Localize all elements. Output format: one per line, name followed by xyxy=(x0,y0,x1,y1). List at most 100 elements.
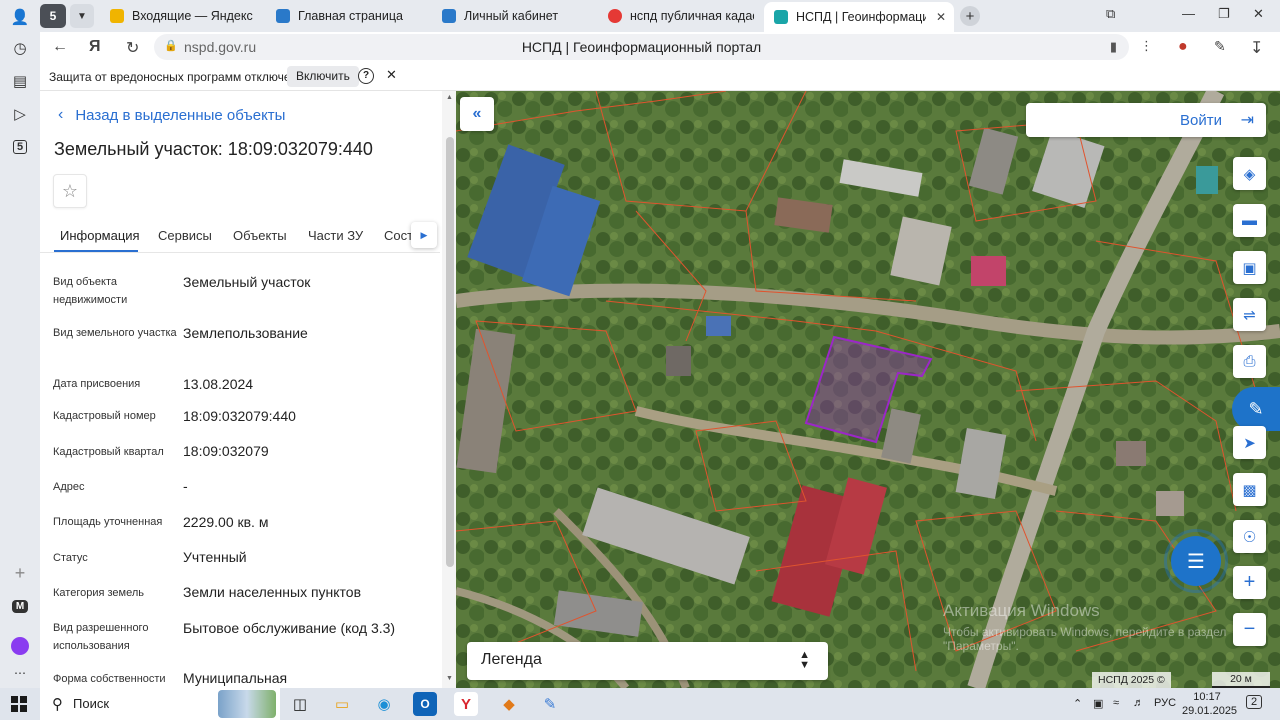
taskbar-search[interactable]: ⚲ Поиск xyxy=(40,688,280,720)
zoom-in-icon[interactable]: + xyxy=(1233,566,1266,599)
chat-icon[interactable]: ☰ xyxy=(1171,536,1221,586)
tabs-scroll-right-icon[interactable]: ▶ xyxy=(411,222,437,248)
tab-manager-icon[interactable]: ⧉ xyxy=(1106,6,1115,22)
collections-icon[interactable]: ▤ xyxy=(8,69,32,93)
favorite-star-icon[interactable]: ☆ xyxy=(53,174,87,208)
bookmark-icon[interactable]: ▮ xyxy=(1110,39,1117,55)
restore-icon[interactable]: ❐ xyxy=(1218,6,1230,22)
url-field[interactable]: 🔒 nspd.gov.ru НСПД | Геоинформационный п… xyxy=(154,34,1129,60)
login-button[interactable]: Войти ⇥ xyxy=(1026,103,1266,137)
address-bar: ← Я ↻ 🔒 nspd.gov.ru НСПД | Геоинформацио… xyxy=(40,32,1280,62)
yandex-icon xyxy=(608,9,622,23)
add-panel-icon[interactable]: + xyxy=(8,561,32,585)
close-warning-icon[interactable]: ✕ xyxy=(386,67,397,83)
row-label: Дата присвоения xyxy=(53,378,141,390)
tab-list-chevron-icon[interactable]: ▼ xyxy=(70,4,94,28)
minimize-icon[interactable]: — xyxy=(1182,6,1195,21)
file-explorer-icon[interactable]: ▭ xyxy=(330,692,354,716)
collapse-panel-icon[interactable]: « xyxy=(460,97,494,131)
windows-taskbar: ⚲ Поиск ◫ ▭ ◉ O Y ◆ ✎ ⌃ ▣ ≈ ♬ РУС 10:17 … xyxy=(0,688,1280,720)
yandex-logo-icon[interactable]: Я xyxy=(89,38,101,56)
tab-counter[interactable]: 5 xyxy=(40,4,66,28)
map-view[interactable]: « Войти ⇥ ◈ ▬ ▣ ⇌ ⎙ ✎ ➤ ▩ ☉ ☰ + − Актива… xyxy=(456,91,1280,688)
back-link-label: Назад в выделенные объекты xyxy=(75,106,286,124)
object-title: Земельный участок: 18:09:032079:440 xyxy=(54,139,373,159)
menu-dots-icon[interactable]: ⋮ xyxy=(1140,38,1153,54)
scroll-thumb[interactable] xyxy=(446,137,454,567)
tab-nspd[interactable]: НСПД | Геоинформационный портал ✕ xyxy=(764,2,954,32)
row-label: Кадастровый квартал xyxy=(53,446,164,458)
messenger-icon[interactable]: M xyxy=(8,594,32,618)
paint-icon[interactable]: ✎ xyxy=(538,692,562,716)
edge-icon[interactable]: ◉ xyxy=(372,692,396,716)
app-icon[interactable]: ◆ xyxy=(497,692,521,716)
tab-count-badge[interactable]: 5 xyxy=(8,135,32,159)
network-icon[interactable]: ▣ xyxy=(1093,697,1103,710)
gov-emblem-icon xyxy=(442,9,456,23)
print-icon[interactable]: ⎙ xyxy=(1233,345,1266,378)
tab-title: Входящие — Яндекс Почта xyxy=(132,9,256,23)
back-to-selected-link[interactable]: ‹ Назад в выделенные объекты xyxy=(58,106,285,124)
help-icon[interactable]: ? xyxy=(358,68,374,84)
tab-title: нспд публичная кадастровая карта xyxy=(630,9,754,23)
more-icon[interactable]: ⋯ xyxy=(8,661,32,685)
row-label: Кадастровый номер xyxy=(53,410,156,422)
expand-arrows-icon: ▲ ▼ xyxy=(799,649,810,671)
tray-chevron-icon[interactable]: ⌃ xyxy=(1073,697,1082,710)
tab-yandex-search[interactable]: нспд публичная кадастровая карта xyxy=(598,2,764,30)
mail-icon xyxy=(110,9,124,23)
login-arrow-icon: ⇥ xyxy=(1240,112,1254,129)
tab-main-page[interactable]: Главная страница xyxy=(266,2,432,30)
area-select-icon[interactable]: ▣ xyxy=(1233,251,1266,284)
extension-icon[interactable]: ● xyxy=(1178,38,1188,56)
outlook-icon[interactable]: O xyxy=(413,692,437,716)
tab-close-icon[interactable]: ✕ xyxy=(936,10,946,24)
tab-services[interactable]: Сервисы xyxy=(158,228,212,243)
layers-icon[interactable]: ◈ xyxy=(1233,157,1266,190)
tab-personal-account[interactable]: Личный кабинет xyxy=(432,2,598,30)
share-icon[interactable]: ⇌ xyxy=(1233,298,1266,331)
scroll-up-icon[interactable]: ▲ xyxy=(446,94,453,101)
profile-icon[interactable]: 👤 xyxy=(8,5,32,29)
system-clock[interactable]: 10:17 29.01.2025 xyxy=(1182,690,1237,718)
scroll-down-icon[interactable]: ▼ xyxy=(446,675,453,682)
nspd-icon xyxy=(774,10,788,24)
download-icon[interactable]: ↧ xyxy=(1250,38,1263,58)
row-value: Бытовое обслуживание (код 3.3) xyxy=(183,620,396,636)
video-icon[interactable]: ▷ xyxy=(8,102,32,126)
enable-protection-button[interactable]: Включить xyxy=(287,66,359,87)
reload-icon[interactable]: ↻ xyxy=(126,38,139,58)
new-tab-icon[interactable]: + xyxy=(960,6,980,26)
row-label: Категория земель xyxy=(53,587,144,599)
language-indicator[interactable]: РУС xyxy=(1154,697,1176,709)
alice-icon[interactable] xyxy=(8,634,32,658)
wifi-icon[interactable]: ≈ xyxy=(1113,697,1119,709)
row-value: 13.08.2024 xyxy=(183,376,254,392)
reader-icon[interactable]: ✎ xyxy=(1214,38,1226,55)
tab-parts[interactable]: Части ЗУ xyxy=(308,228,363,243)
watermark-text: Чтобы активировать Windows, перейдите в … xyxy=(943,625,1227,653)
navigation-arrow-icon[interactable]: ➤ xyxy=(1233,426,1266,459)
minimap-icon[interactable]: ▩ xyxy=(1233,473,1266,506)
tab-information[interactable]: Информация xyxy=(60,228,140,243)
ruler-icon[interactable]: ▬ xyxy=(1233,204,1266,237)
row-value: - xyxy=(183,478,188,494)
history-icon[interactable]: ◷ xyxy=(8,36,32,60)
security-warning-bar: Защита от вредоносных программ отключена… xyxy=(40,62,1280,91)
volume-icon[interactable]: ♬ xyxy=(1133,697,1144,709)
yandex-browser-icon[interactable]: Y xyxy=(454,692,478,716)
task-view-icon[interactable]: ◫ xyxy=(288,692,312,716)
assistant-icon[interactable]: ✎ xyxy=(1232,387,1280,431)
back-arrow-icon[interactable]: ← xyxy=(52,38,68,56)
geolocation-icon[interactable]: ☉ xyxy=(1233,520,1266,553)
windows-start-icon[interactable] xyxy=(11,696,27,712)
tab-objects[interactable]: Объекты xyxy=(233,228,287,243)
panel-scrollbar[interactable]: ▲ ▼ xyxy=(442,91,456,688)
messenger-icon-label: M xyxy=(11,599,29,613)
legend-dropdown[interactable]: Легенда ▲ ▼ xyxy=(467,642,828,680)
tab-yandex-mail[interactable]: Входящие — Яндекс Почта xyxy=(100,2,266,30)
notification-badge[interactable]: 2 xyxy=(1246,695,1263,709)
search-icon: ⚲ xyxy=(52,696,63,713)
login-label: Войти xyxy=(1180,112,1222,129)
close-window-icon[interactable]: ✕ xyxy=(1253,6,1264,22)
